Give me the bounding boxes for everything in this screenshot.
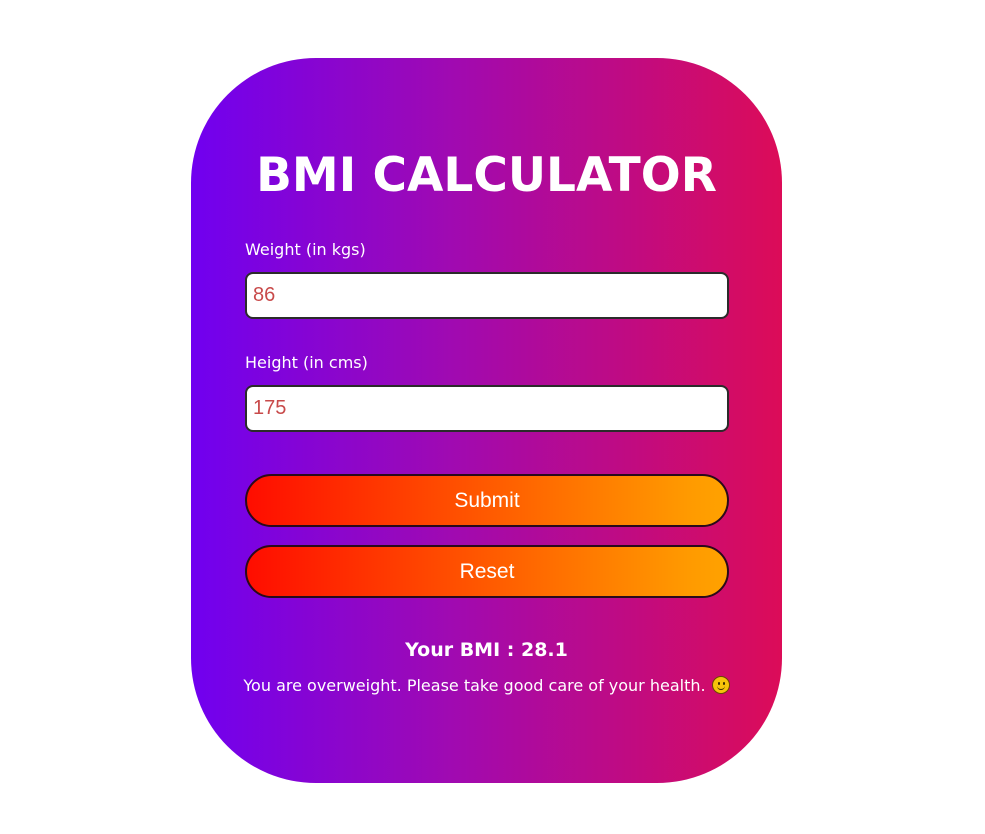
weight-label: Weight (in kgs) (245, 240, 366, 259)
weight-input[interactable] (245, 272, 729, 319)
reset-button[interactable]: Reset (245, 545, 729, 598)
bmi-result: Your BMI : 28.1 (405, 639, 568, 661)
bmi-message-row: You are overweight. Please take good car… (191, 675, 782, 697)
smiley-face-icon (711, 676, 730, 694)
submit-button[interactable]: Submit (245, 474, 729, 527)
height-label: Height (in cms) (245, 353, 368, 372)
bmi-message: You are overweight. Please take good car… (243, 676, 706, 695)
page-title: BMI CALCULATOR (256, 148, 717, 203)
height-input[interactable] (245, 385, 729, 432)
bmi-calculator-card: BMI CALCULATOR Weight (in kgs) Height (i… (191, 58, 782, 783)
